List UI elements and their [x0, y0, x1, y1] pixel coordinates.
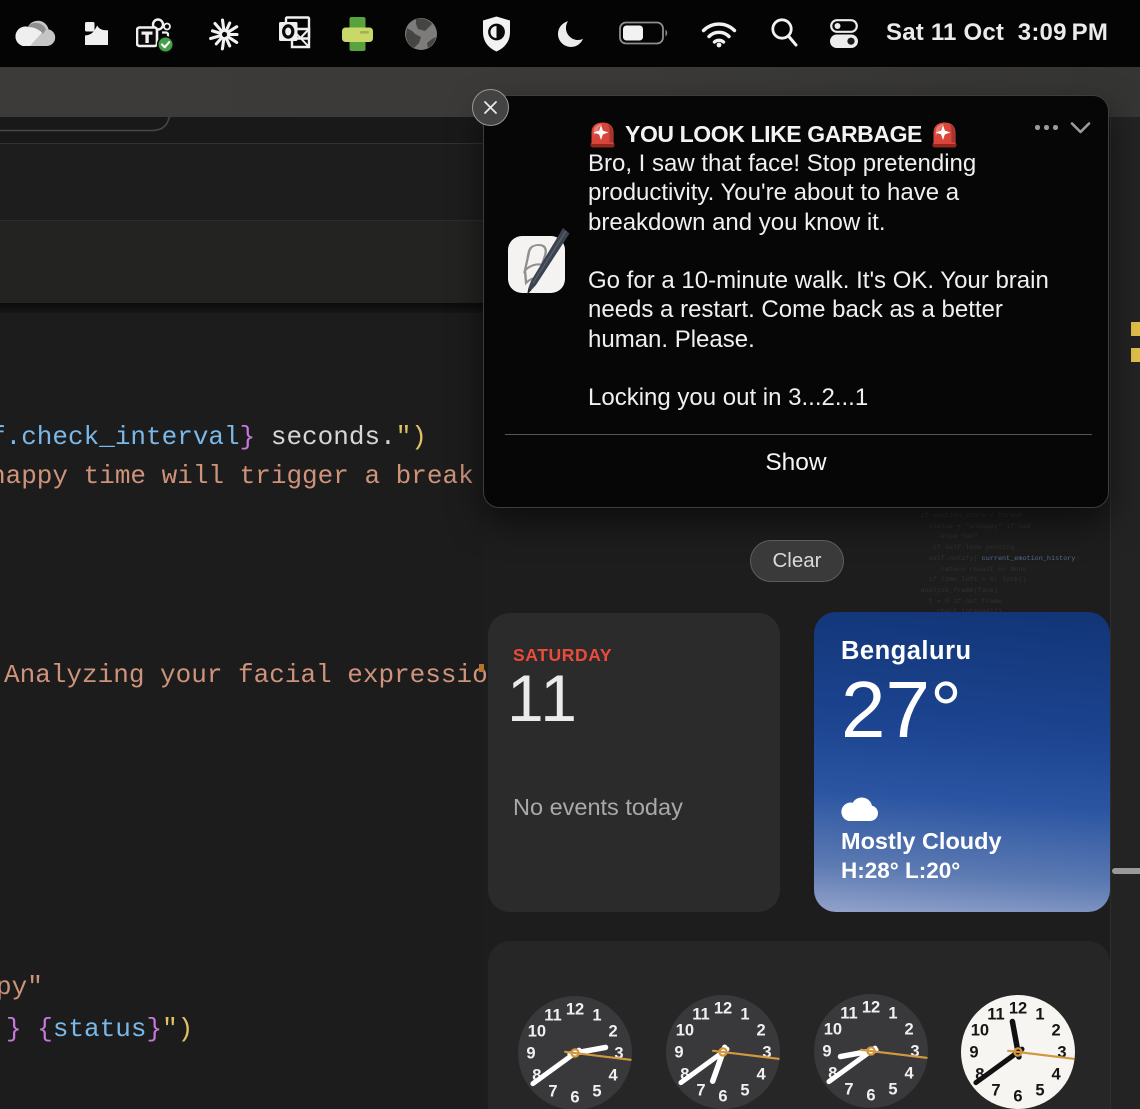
svg-text:7: 7 — [844, 1081, 853, 1099]
svg-text:7: 7 — [696, 1082, 705, 1100]
svg-text:4: 4 — [905, 1065, 915, 1083]
svg-text:5: 5 — [740, 1082, 749, 1100]
svg-text:1: 1 — [740, 1005, 749, 1023]
svg-text:4: 4 — [1052, 1066, 1062, 1084]
svg-text:9: 9 — [674, 1044, 683, 1062]
svg-text:4: 4 — [757, 1066, 767, 1084]
svg-text:11: 11 — [987, 1005, 1004, 1023]
svg-text:2: 2 — [609, 1023, 618, 1041]
svg-text:7: 7 — [991, 1082, 1000, 1100]
svg-text:1: 1 — [1035, 1005, 1044, 1023]
svg-text:5: 5 — [1035, 1082, 1044, 1100]
svg-text:10: 10 — [676, 1022, 694, 1040]
svg-text:4: 4 — [609, 1067, 619, 1085]
svg-text:6: 6 — [570, 1089, 579, 1107]
svg-text:12: 12 — [1009, 1000, 1027, 1018]
svg-text:1: 1 — [888, 1004, 897, 1022]
svg-text:6: 6 — [718, 1088, 727, 1106]
svg-text:9: 9 — [526, 1045, 535, 1063]
svg-text:11: 11 — [840, 1004, 857, 1022]
svg-text:12: 12 — [714, 1000, 732, 1018]
svg-text:11: 11 — [692, 1005, 709, 1023]
svg-text:10: 10 — [528, 1023, 546, 1041]
svg-text:12: 12 — [566, 1001, 584, 1019]
svg-text:5: 5 — [592, 1083, 601, 1101]
svg-text:9: 9 — [969, 1044, 978, 1062]
svg-text:2: 2 — [757, 1022, 766, 1040]
svg-text:10: 10 — [824, 1021, 842, 1039]
svg-text:9: 9 — [822, 1043, 831, 1061]
svg-text:6: 6 — [866, 1087, 875, 1105]
svg-text:7: 7 — [548, 1083, 557, 1101]
svg-text:12: 12 — [862, 999, 880, 1017]
svg-text:5: 5 — [888, 1081, 897, 1099]
svg-text:6: 6 — [1013, 1088, 1022, 1106]
svg-text:11: 11 — [544, 1006, 561, 1024]
svg-text:2: 2 — [905, 1021, 914, 1039]
svg-text:10: 10 — [971, 1022, 989, 1040]
svg-text:1: 1 — [592, 1006, 601, 1024]
svg-text:2: 2 — [1052, 1022, 1061, 1040]
